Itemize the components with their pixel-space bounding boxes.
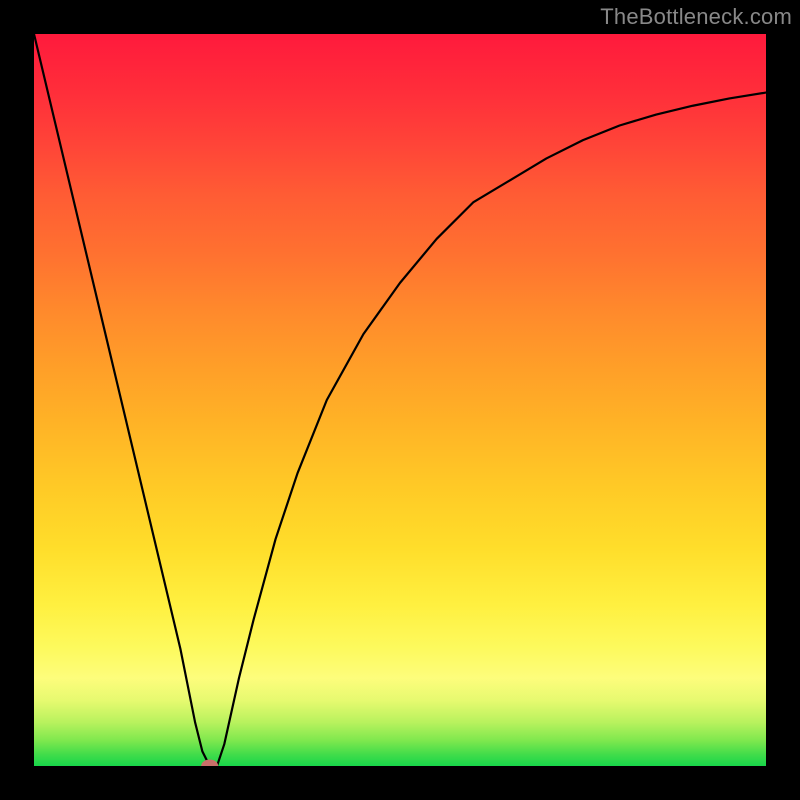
plot-area xyxy=(34,34,766,766)
chart-svg xyxy=(34,34,766,766)
bottleneck-curve xyxy=(34,34,766,766)
chart-frame: TheBottleneck.com xyxy=(0,0,800,800)
watermark-text: TheBottleneck.com xyxy=(600,4,792,30)
minimum-marker xyxy=(202,760,218,766)
